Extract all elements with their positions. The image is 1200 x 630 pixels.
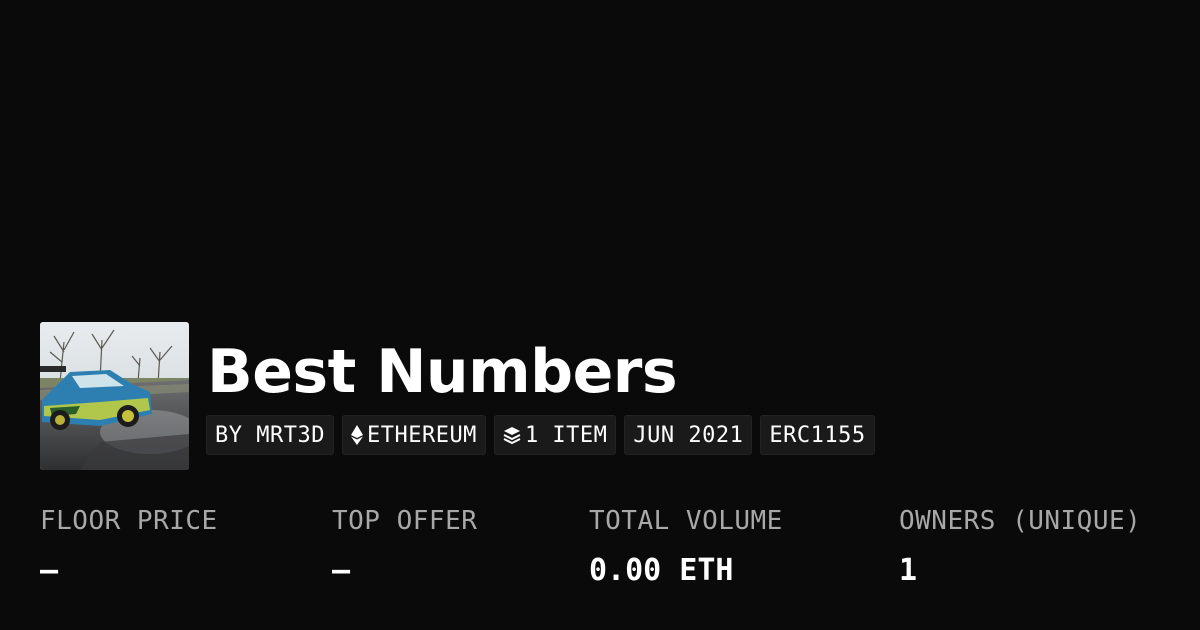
chain-tag: ETHEREUM <box>341 415 486 455</box>
layers-icon <box>503 426 521 444</box>
chain-label: ETHEREUM <box>366 422 477 448</box>
stat-label: TOP OFFER <box>332 506 478 536</box>
stat-value: 0.00 ETH <box>589 553 734 588</box>
ethereum-icon <box>350 425 363 445</box>
stat-label: TOTAL VOLUME <box>589 506 783 536</box>
collection-tags: BY MRT3D ETHEREUM 1 ITEM JUN 2021 ERC115… <box>206 415 875 455</box>
stat-label: OWNERS (UNIQUE) <box>899 506 1142 536</box>
collection-image <box>40 322 189 470</box>
stat-total-volume: TOTAL VOLUME 0.00 ETH <box>589 503 783 589</box>
items-label: 1 ITEM <box>524 422 608 448</box>
date-tag: JUN 2021 <box>624 415 753 455</box>
date-label: JUN 2021 <box>633 422 744 448</box>
stat-value: — <box>40 553 59 588</box>
stat-value: — <box>332 553 351 588</box>
creator-label: BY MRT3D <box>215 422 325 448</box>
standard-tag: ERC1155 <box>760 415 875 455</box>
stat-floor-price: FLOOR PRICE — <box>40 503 218 589</box>
items-tag: 1 ITEM <box>493 415 617 455</box>
stat-value: 1 <box>899 553 918 588</box>
standard-label: ERC1155 <box>769 422 866 448</box>
stat-label: FLOOR PRICE <box>40 506 218 536</box>
creator-tag[interactable]: BY MRT3D <box>206 415 334 455</box>
stat-top-offer: TOP OFFER — <box>332 503 477 589</box>
collection-title: Best Numbers <box>207 337 678 407</box>
stat-owners: OWNERS (UNIQUE) 1 <box>899 503 1141 589</box>
